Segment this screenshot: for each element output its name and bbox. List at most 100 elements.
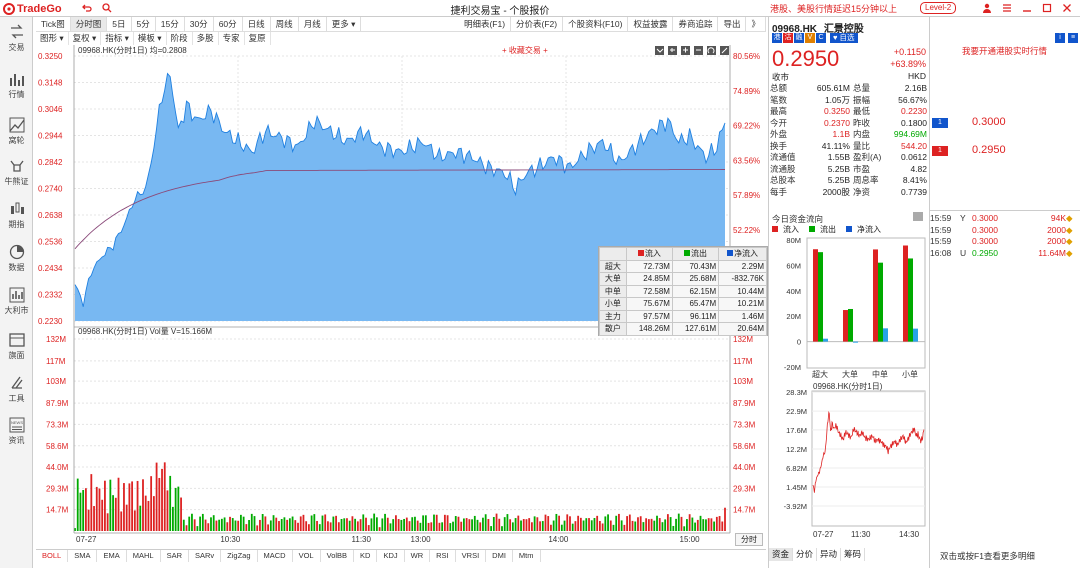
- quote-row: 今开 0.2370 昨收 0.1800: [770, 117, 927, 128]
- volume-bar: [672, 525, 675, 531]
- volume-bar: [82, 490, 85, 531]
- volume-bar: [125, 504, 128, 531]
- indicator-tab[interactable]: ZigZag: [221, 550, 258, 562]
- nav-item-bull-bear[interactable]: 牛熊证: [0, 153, 33, 193]
- tab-movement[interactable]: 异动: [817, 548, 842, 561]
- indicator-tab[interactable]: SAR: [161, 550, 189, 562]
- tab-15min[interactable]: 15分: [156, 17, 185, 31]
- nav-item-quote[interactable]: 行情: [0, 66, 33, 106]
- chart-toolbar: 图形 ▾ 复权 ▾ 指标 ▾ 模板 ▾ 阶段 多股 专家 复原: [36, 32, 296, 45]
- trade-row[interactable]: 16:08 U 0.2950 11.64M ◆: [930, 248, 1078, 259]
- indicator-menu[interactable]: 指标 ▾: [101, 32, 134, 45]
- volume-bar: [250, 513, 253, 531]
- volume-bar: [650, 518, 653, 531]
- upgrade-link[interactable]: 我要开通港股实时行情: [929, 45, 1080, 57]
- indicator-tab[interactable]: SMA: [68, 550, 98, 562]
- favorite-trade-link[interactable]: + 收藏交易 +: [502, 45, 548, 55]
- volume-bar: [98, 488, 101, 531]
- volume-bar: [476, 519, 479, 531]
- maximize-icon[interactable]: [1040, 1, 1054, 15]
- tab-details[interactable]: 明细表(F1): [459, 17, 512, 31]
- stage-button[interactable]: 阶段: [167, 32, 193, 45]
- indicator-tab[interactable]: VOL: [293, 550, 321, 562]
- volume-bar: [443, 514, 446, 531]
- tab-daily[interactable]: 日线: [243, 17, 271, 31]
- indicator-tab[interactable]: KD: [354, 550, 378, 562]
- volume-bar: [531, 522, 533, 531]
- nav-item-trade[interactable]: 交易: [0, 19, 33, 59]
- volume-bar: [201, 513, 204, 531]
- nav-item-panel[interactable]: 旗面: [0, 327, 33, 367]
- tab-funds[interactable]: 资金: [769, 548, 794, 561]
- tab-price-dist[interactable]: 分价: [793, 548, 818, 561]
- close-icon[interactable]: [1060, 1, 1074, 15]
- indicator-tab[interactable]: WR: [405, 550, 431, 562]
- pct-axis-label: 80.56%: [733, 52, 760, 61]
- nav-item-tools[interactable]: 工具: [0, 370, 33, 410]
- indicator-tab[interactable]: KDJ: [377, 550, 405, 562]
- indicator-tab[interactable]: EMA: [97, 550, 127, 562]
- volume-bar: [715, 516, 718, 531]
- fund-axis-label: 60M: [786, 261, 801, 270]
- tab-chips[interactable]: 筹码: [841, 548, 866, 561]
- tab-broker[interactable]: 券商追踪: [673, 17, 719, 31]
- minimize-icon[interactable]: [1020, 1, 1034, 15]
- nav-item-news[interactable]: NEWS 资讯: [0, 412, 33, 452]
- volume-bar: [661, 522, 664, 531]
- trade-row[interactable]: 15:59 0.3000 2000 ◆: [930, 225, 1078, 236]
- indicator-tab[interactable]: MAHL: [127, 550, 161, 562]
- back-icon[interactable]: [80, 1, 94, 15]
- nav-item-data[interactable]: 数据: [0, 239, 33, 279]
- tab-60min[interactable]: 60分: [214, 17, 243, 31]
- tab-monthly[interactable]: 月线: [299, 17, 327, 31]
- nav-item-futures[interactable]: 期指: [0, 196, 33, 236]
- search-icon[interactable]: [100, 1, 114, 15]
- menu-icon[interactable]: [1000, 1, 1014, 15]
- period-tabs: Tick图 分时图 5日 5分 15分 30分 60分 日线 周线 月线 更多 …: [36, 17, 766, 32]
- expert-button[interactable]: 专家: [219, 32, 245, 45]
- reset-button[interactable]: 复原: [245, 32, 271, 45]
- template-menu[interactable]: 模板 ▾: [134, 32, 167, 45]
- fund-category-label: 中单: [872, 369, 888, 379]
- indicator-tab[interactable]: SARv: [189, 550, 222, 562]
- volume-bar: [316, 520, 318, 531]
- watchlist-button[interactable]: ♥ 自选: [830, 33, 858, 43]
- nav-item-warrant[interactable]: 窝轮: [0, 112, 33, 152]
- volume-bar: [509, 519, 512, 531]
- indicator-tab[interactable]: DMI: [486, 550, 513, 562]
- volume-axis-label: 132M: [46, 335, 66, 344]
- tab-expand[interactable]: 》: [746, 17, 766, 31]
- tab-intraday[interactable]: 分时图: [70, 17, 108, 31]
- tab-export[interactable]: 导出: [718, 17, 747, 31]
- volume-bar: [395, 515, 397, 531]
- user-icon[interactable]: [980, 1, 994, 15]
- trade-row[interactable]: 15:59 Y 0.3000 94K ◆: [930, 213, 1078, 224]
- indicator-tab[interactable]: MACD: [258, 550, 293, 562]
- volume-bar: [185, 525, 188, 531]
- graph-menu[interactable]: 图形 ▾: [36, 32, 69, 45]
- intraday-toggle-button[interactable]: 分时: [735, 533, 763, 546]
- indicator-tab[interactable]: VolBB: [321, 550, 355, 562]
- app-logo-text: TradeGo: [17, 2, 62, 15]
- tab-disclosure[interactable]: 权益披露: [628, 17, 674, 31]
- tab-price-table[interactable]: 分价表(F2): [511, 17, 564, 31]
- tab-5min[interactable]: 5分: [132, 17, 156, 31]
- tab-more[interactable]: 更多 ▾: [327, 17, 362, 31]
- tab-tick[interactable]: Tick图: [36, 17, 71, 31]
- level-2-button[interactable]: Level-2: [920, 2, 957, 14]
- indicator-tab[interactable]: VRSI: [456, 550, 487, 562]
- indicator-tab[interactable]: Mtm: [513, 550, 541, 562]
- tab-5day[interactable]: 5日: [107, 17, 132, 31]
- volume-bar: [392, 519, 395, 531]
- ask-row: 1 0.3000: [932, 116, 1077, 130]
- indicator-tab[interactable]: BOLL: [36, 550, 69, 562]
- indicator-tab[interactable]: RSI: [430, 550, 456, 562]
- adjust-menu[interactable]: 复权 ▾: [69, 32, 102, 45]
- tab-profile[interactable]: 个股资料(F10): [563, 17, 629, 31]
- nav-item-dalishi[interactable]: 大利市: [0, 282, 33, 322]
- collapse-icon[interactable]: [913, 212, 923, 221]
- tab-30min[interactable]: 30分: [185, 17, 214, 31]
- tab-weekly[interactable]: 周线: [271, 17, 299, 31]
- trade-row[interactable]: 15:59 0.3000 2000 ◆: [930, 236, 1078, 247]
- multi-stock-button[interactable]: 多股: [193, 32, 219, 45]
